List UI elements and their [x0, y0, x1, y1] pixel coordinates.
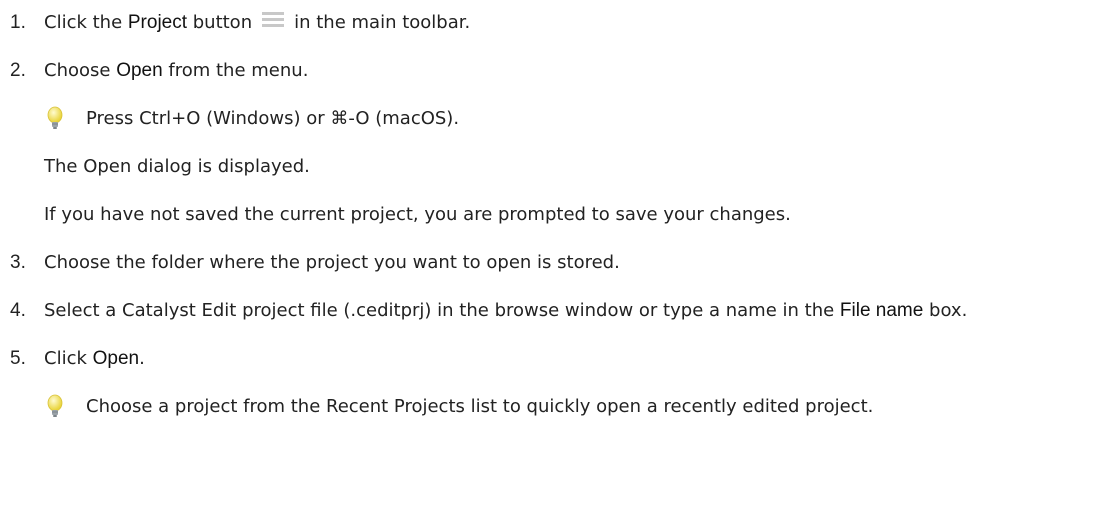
- step-number: 1.: [10, 12, 26, 33]
- step-text: Choose the folder where the project you …: [44, 252, 620, 273]
- ui-label-open: Open: [92, 348, 140, 369]
- hamburger-menu-icon: [262, 12, 285, 27]
- step-text: Click Open.: [44, 348, 145, 369]
- lightbulb-icon: [47, 394, 63, 417]
- note-save-prompt: If you have not saved the current projec…: [44, 204, 791, 225]
- step-text: Choose Open from the menu.: [44, 60, 309, 81]
- step-2: 2. Choose Open from the menu.: [0, 57, 1101, 84]
- ui-label-open: Open: [116, 60, 163, 81]
- step-1: 1. Click the Project button in the main t…: [0, 9, 1101, 36]
- step-text: Select a Catalyst Edit project file (.ce…: [44, 300, 968, 321]
- step-number: 5.: [10, 348, 26, 369]
- step-5: 5. Click Open.: [0, 345, 1101, 372]
- tip-text: Choose a project from the Recent Project…: [86, 396, 874, 417]
- ui-label-project: Project: [127, 12, 188, 33]
- ui-label-file-name: File name: [839, 300, 924, 321]
- tip-recent-projects: Choose a project from the Recent Project…: [44, 393, 1101, 420]
- step-3: 3. Choose the folder where the project y…: [0, 249, 1101, 276]
- help-page: 1. Click the Project button in the main t…: [0, 0, 1101, 525]
- tip-text: Press Ctrl+O (Windows) or ⌘-O (macOS).: [86, 108, 460, 129]
- note-dialog-displayed: The Open dialog is displayed.: [44, 156, 310, 177]
- tip-shortcut: Press Ctrl+O (Windows) or ⌘-O (macOS).: [44, 105, 1101, 132]
- step-number: 3.: [10, 252, 26, 273]
- step-number: 2.: [10, 60, 26, 81]
- step-text: Click the Project button in the main tool…: [44, 12, 471, 33]
- lightbulb-icon: [47, 106, 63, 129]
- step-4: 4. Select a Catalyst Edit project file (…: [0, 297, 1101, 324]
- step-number: 4.: [10, 300, 26, 321]
